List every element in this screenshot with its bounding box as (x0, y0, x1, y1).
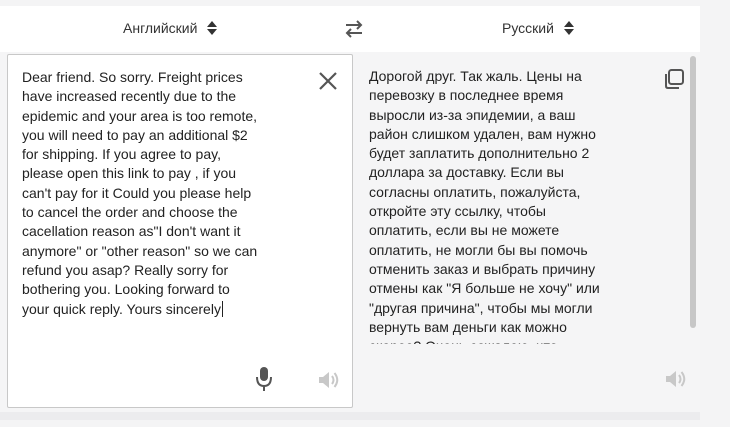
source-text: Dear friend. So sorry. Freight prices ha… (22, 69, 258, 317)
source-text-area[interactable]: Dear friend. So sorry. Freight prices ha… (7, 54, 353, 408)
bottom-strip (0, 412, 700, 420)
swap-languages-button[interactable] (341, 18, 367, 40)
translation-listen-button[interactable] (664, 368, 688, 390)
microphone-button[interactable] (254, 365, 274, 393)
copy-icon (665, 69, 684, 89)
translator-card: Английский Русский Dear friend. So sorry… (0, 6, 700, 420)
language-bar: Английский Русский (0, 6, 700, 52)
translation-scroll-area[interactable]: Дорогой друг. Так жаль. Цены на перевозк… (355, 54, 687, 344)
close-icon (319, 72, 337, 90)
sort-arrows-icon (563, 20, 574, 36)
target-language-label: Русский (502, 20, 554, 36)
translation-text: Дорогой друг. Так жаль. Цены на перевозк… (369, 68, 600, 344)
copy-translation-button[interactable] (662, 67, 686, 91)
translation-output-area: Дорогой друг. Так жаль. Цены на перевозк… (355, 54, 700, 408)
text-cursor (221, 300, 223, 317)
sort-arrows-icon (207, 20, 218, 36)
clear-text-button[interactable] (318, 71, 338, 91)
source-language-label: Английский (123, 20, 198, 36)
swap-arrows-icon (345, 20, 363, 38)
source-text-content[interactable]: Dear friend. So sorry. Freight prices ha… (22, 68, 284, 319)
source-listen-button[interactable] (317, 369, 341, 391)
scrollbar[interactable] (690, 56, 696, 328)
source-language-select[interactable]: Английский (123, 20, 218, 36)
speaker-icon (319, 372, 339, 388)
target-language-select[interactable]: Русский (502, 20, 574, 36)
microphone-icon (256, 367, 272, 391)
speaker-icon (666, 371, 686, 387)
